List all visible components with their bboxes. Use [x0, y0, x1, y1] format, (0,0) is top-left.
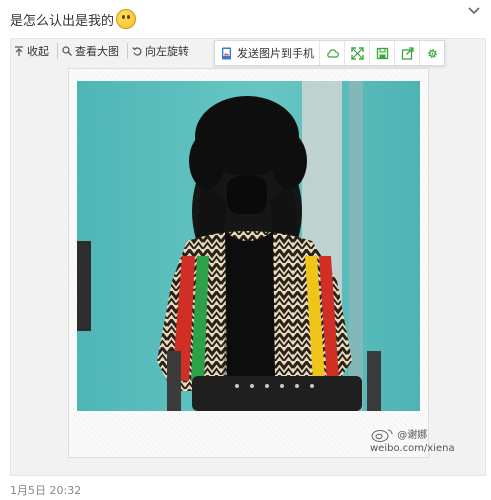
post-text: 是怎么认出是我的	[10, 9, 137, 29]
cloud-icon	[326, 48, 339, 58]
cloud-save-button[interactable]	[320, 41, 345, 65]
view-large-button[interactable]: 查看大图	[58, 43, 128, 59]
view-large-label: 查看大图	[75, 45, 119, 58]
save-disk-icon	[376, 47, 388, 59]
post-timestamp[interactable]: 1月5日 20:32	[10, 482, 81, 498]
rotate-left-label: 向左旋转	[145, 45, 189, 58]
post-photo[interactable]	[77, 81, 420, 411]
collapse-up-icon	[15, 46, 23, 56]
share-button[interactable]	[395, 41, 420, 65]
share-icon	[401, 46, 414, 60]
collapse-button[interactable]: 收起	[10, 43, 58, 59]
dizzy-face-emoji-icon	[116, 9, 137, 29]
phone-image-icon	[222, 47, 231, 59]
chevron-down-icon[interactable]	[467, 4, 481, 18]
watermark-url: weibo.com/xiena	[370, 443, 455, 454]
collapse-label: 收起	[27, 45, 49, 58]
send-to-phone-button[interactable]: 发送图片到手机	[215, 41, 320, 65]
gear-icon	[427, 48, 437, 58]
watermark-handle: @谢娜	[397, 430, 428, 441]
weibo-logo-icon	[371, 429, 393, 442]
floating-action-bar: 发送图片到手机	[214, 40, 445, 66]
rotate-left-icon	[132, 47, 142, 56]
photo-image	[77, 81, 420, 411]
save-image-button[interactable]	[370, 41, 395, 65]
settings-button[interactable]	[420, 41, 444, 65]
post-text-content: 是怎么认出是我的	[10, 13, 115, 29]
image-watermark: @谢娜 weibo.com/xiena	[370, 428, 455, 455]
fullscreen-button[interactable]	[345, 41, 370, 65]
search-icon	[62, 46, 72, 56]
image-toolbar: 收起 查看大图 向左旋转	[10, 40, 197, 62]
rotate-left-button[interactable]: 向左旋转	[128, 43, 197, 59]
send-to-phone-label: 发送图片到手机	[237, 47, 314, 60]
expand-arrows-icon	[350, 46, 364, 60]
